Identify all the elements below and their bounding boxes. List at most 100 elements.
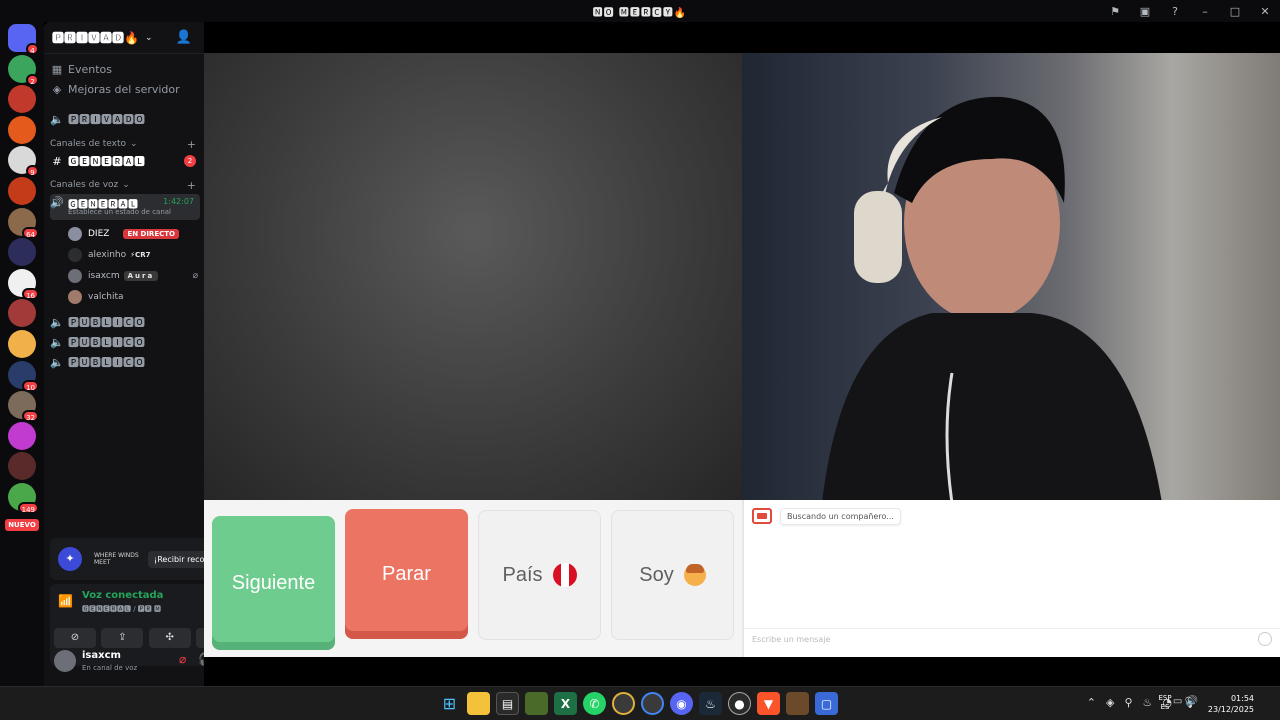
avatar [68, 269, 82, 283]
server-icon[interactable] [8, 421, 36, 450]
channel-sidebar: 🅿🆁🅸🆅🅰🅳🔥 ⌄ 👤 ▦ Eventos ◈ Mejoras del serv… [44, 22, 242, 686]
message-input[interactable]: Escribe un mensaje [744, 628, 1280, 652]
inbox-icon[interactable]: ⚑ [1100, 5, 1130, 18]
security-icon[interactable]: ◈ [1106, 696, 1114, 709]
chrome-profile-icon[interactable] [641, 692, 664, 715]
time-label: 01:54 [1230, 694, 1254, 703]
date-label: 23/12/2025 [1207, 705, 1254, 714]
channel-public[interactable]: 🔈 🅿🆄🅱🅻🅸🅲🅾 [50, 333, 200, 351]
server-icon[interactable]: 9 [8, 146, 39, 178]
app-icon[interactable]: ▢ [815, 692, 838, 715]
server-icon[interactable] [8, 238, 36, 267]
server-icon[interactable]: 32 [8, 391, 39, 423]
chevron-up-icon[interactable]: ⌃ [1087, 696, 1096, 709]
country-label: País [502, 563, 543, 586]
discord-icon[interactable]: ◉ [670, 692, 693, 715]
channel-private[interactable]: 🔈 🅿🆁🅸🆅🅰🅳🅾 [50, 110, 200, 128]
add-channel-icon[interactable]: + [187, 179, 196, 192]
guild-header[interactable]: 🅿🆁🅸🆅🅰🅳🔥 ⌄ 👤 [44, 22, 204, 54]
speaker-icon: 🔈 [50, 335, 64, 349]
stream-view: Siguiente Parar País Soy Buscando un com… [204, 22, 1280, 686]
avatar [68, 227, 82, 241]
channel-general-voice[interactable]: 🔊 🅶🅴🅽🅴🆁🅰🅻 1:42:07 Establece un estado de… [50, 194, 200, 220]
text-category[interactable]: Canales de texto ⌄ + [50, 135, 200, 153]
add-channel-icon[interactable]: + [187, 138, 196, 151]
gender-button[interactable]: Soy [611, 510, 734, 640]
start-icon[interactable]: ⊞ [438, 692, 461, 715]
server-icon[interactable] [8, 85, 36, 114]
whatsapp-icon[interactable]: ✆ [583, 692, 606, 715]
channel-status[interactable]: Establece un estado de canal [68, 208, 171, 216]
events-item[interactable]: ▦ Eventos [50, 60, 200, 78]
server-icon[interactable] [8, 452, 36, 481]
server-icon[interactable]: 4 [8, 24, 39, 55]
user-name: alexinho [88, 250, 127, 260]
screen-share-button[interactable]: ⇪ [101, 628, 144, 648]
speaker-icon: 🔈 [50, 112, 64, 126]
help-icon[interactable]: ? [1160, 5, 1190, 18]
activities-button[interactable]: ✣ [148, 628, 191, 648]
unread-badge: 2 [184, 155, 196, 167]
chrome-icon[interactable] [612, 692, 635, 715]
calendar-icon: ▦ [51, 62, 63, 76]
close-icon[interactable]: ✕ [1250, 5, 1280, 18]
store-icon[interactable]: ▤ [496, 692, 519, 715]
invite-icon[interactable]: 👤 [176, 30, 192, 45]
user-tag: ⚡CR7 [130, 251, 151, 259]
server-icon[interactable]: 16 [8, 268, 39, 300]
server-icon[interactable] [8, 299, 36, 328]
mention-badge: 4 [26, 43, 39, 55]
steam-icon[interactable]: ♨ [699, 692, 722, 715]
obs-icon[interactable]: ● [728, 692, 751, 715]
channel-label: 🅶🅴🅽🅴🆁🅰🅻 [68, 155, 145, 168]
mute-mic-icon[interactable]: ⌀ [179, 652, 186, 666]
server-icon[interactable] [8, 115, 36, 144]
boosts-item[interactable]: ◈ Mejoras del servidor [50, 80, 200, 98]
voice-timer: 1:42:07 [163, 197, 194, 206]
voice-user[interactable]: isaxcm Aura ⌀ [68, 267, 198, 285]
server-icon[interactable]: 2 [8, 54, 39, 86]
clock[interactable]: 01:54 23/12/2025 [1202, 693, 1254, 715]
server-icon[interactable]: 64 [8, 207, 39, 239]
server-icon[interactable] [8, 177, 36, 205]
avatar[interactable] [54, 650, 76, 672]
emoji-icon[interactable] [1258, 632, 1272, 646]
network-volume-icon[interactable]: ▭ 🔊 [1173, 696, 1198, 707]
maximize-icon[interactable]: □ [1220, 5, 1250, 18]
channel-general-text[interactable]: # 🅶🅴🅽🅴🆁🅰🅻 2 [50, 152, 200, 170]
user-name: isaxcm [82, 650, 121, 661]
country-button[interactable]: País [478, 510, 601, 640]
stop-button[interactable]: Parar [345, 509, 468, 639]
voice-user[interactable]: valchita [68, 288, 198, 306]
speaker-icon: 🔈 [50, 355, 64, 369]
file-explorer-icon[interactable] [467, 692, 490, 715]
voice-user[interactable]: DIEZ EN DIRECTO [68, 225, 198, 243]
channel-public[interactable]: 🔈 🅿🆄🅱🅻🅸🅲🅾 [50, 353, 200, 371]
voice-user[interactable]: alexinho ⚡CR7 [68, 246, 198, 264]
server-icon[interactable] [8, 330, 36, 358]
server-rail: 4 2 9 64 16 10 32 149 NUEVO [0, 22, 44, 686]
hashtag-icon: # [52, 154, 62, 168]
channel-public[interactable]: 🔈 🅿🆄🅱🅻🅸🅲🅾 [50, 313, 200, 331]
channel-label: 🅿🆄🅱🅻🅸🅲🅾 [68, 356, 145, 369]
server-icon[interactable]: 149 [8, 483, 39, 514]
minecraft-icon[interactable] [525, 692, 548, 715]
muted-mic-icon: ⌀ [192, 271, 198, 281]
user-name: DIEZ [88, 229, 110, 239]
voice-channel[interactable]: 🅶🅴🅽🅴🆁🅰🅻 / 🅿🆁 🅼 [82, 604, 161, 614]
minimize-icon[interactable]: – [1190, 5, 1220, 18]
window-icon[interactable]: ▣ [1130, 5, 1160, 18]
channel-label: 🅿🆄🅱🅻🅸🅲🅾 [68, 316, 145, 329]
next-button[interactable]: Siguiente [212, 516, 335, 650]
minecraft-launcher-icon[interactable] [786, 692, 809, 715]
boy-icon [683, 564, 706, 586]
mention-badge: 64 [22, 226, 39, 239]
server-icon[interactable]: 10 [8, 360, 39, 392]
mention-badge: 9 [26, 165, 39, 178]
voice-category[interactable]: Canales de voz ⌄ + [50, 176, 200, 194]
camera-off-button[interactable]: ⊘ [54, 628, 96, 648]
brave-icon[interactable]: ▼ [757, 692, 780, 715]
usb-icon[interactable]: ⚲ [1124, 696, 1132, 709]
excel-icon[interactable]: X [554, 692, 577, 715]
speaker-icon: 🔊 [50, 196, 64, 209]
